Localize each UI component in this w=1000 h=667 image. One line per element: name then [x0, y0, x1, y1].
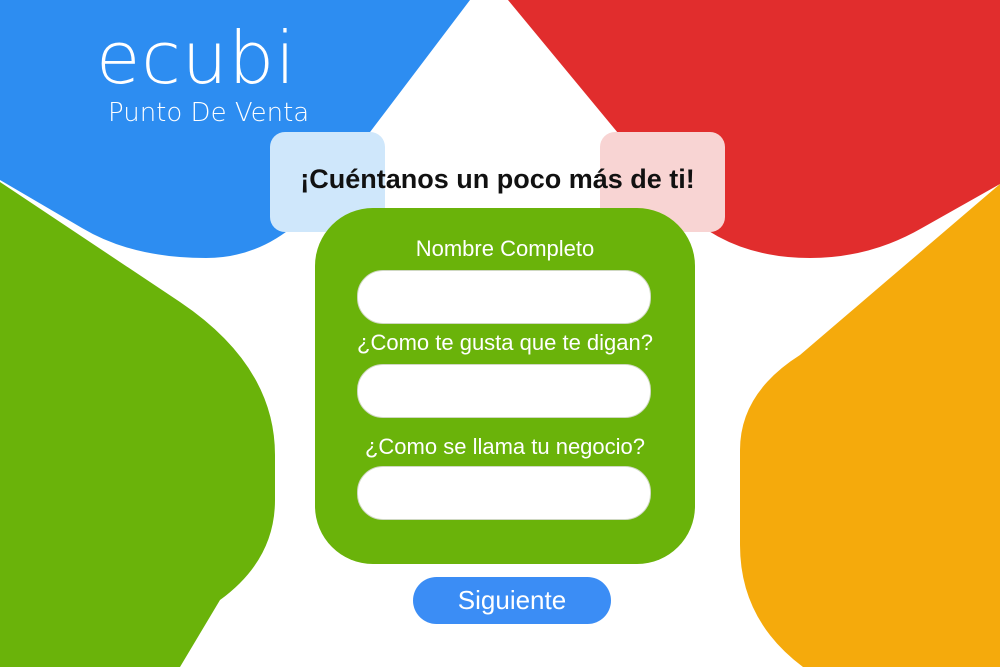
business-name-label: ¿Como se llama tu negocio? [364, 434, 646, 459]
full-name-input[interactable] [357, 270, 651, 324]
business-name-input[interactable] [357, 466, 651, 520]
nickname-label: ¿Como te gusta que te digan? [357, 330, 653, 355]
profile-form-card: Nombre Completo ¿Como te gusta que te di… [315, 208, 695, 564]
orange-background-shape [740, 184, 1000, 667]
next-button[interactable]: Siguiente [413, 577, 611, 624]
brand-name: ecubi [96, 16, 297, 100]
brand-subtitle: Punto De Venta [108, 98, 310, 128]
brand-logo: ecubi Punto De Venta [96, 22, 326, 128]
page-title: ¡Cuéntanos un poco más de ti! [300, 164, 695, 194]
nickname-input[interactable] [357, 364, 651, 418]
full-name-label: Nombre Completo [415, 236, 595, 261]
